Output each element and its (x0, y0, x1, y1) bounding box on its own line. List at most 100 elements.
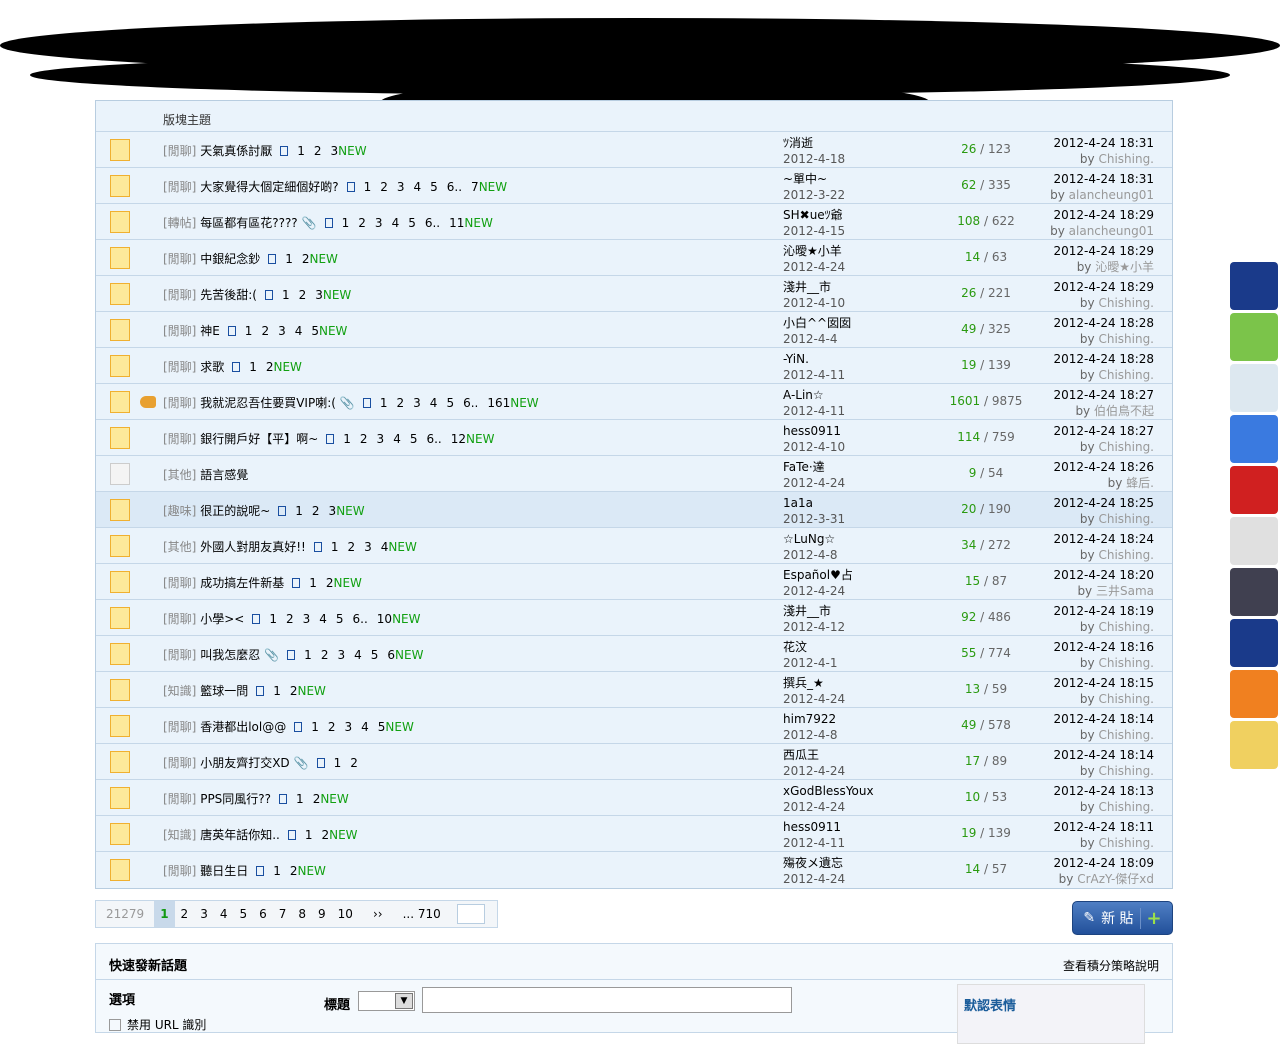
author-name[interactable]: 沁曖★小羊 (783, 243, 845, 259)
thread-category[interactable]: [閒聊] (163, 612, 196, 626)
thread-title-link[interactable]: 籃球一問 (200, 684, 248, 698)
thread-page-link[interactable]: 5 (336, 612, 344, 626)
thread-title-link[interactable]: 香港都出lol@@ (200, 720, 286, 734)
thread-category[interactable]: [閒聊] (163, 792, 196, 806)
thread-title-link[interactable]: 小學>< (200, 612, 244, 626)
thread-category[interactable]: [閒聊] (163, 648, 196, 662)
thread-page-link[interactable]: 1 (249, 360, 257, 374)
thread-page-link[interactable]: 2 (358, 216, 366, 230)
thread-category[interactable]: [閒聊] (163, 180, 196, 194)
thread-title-link[interactable]: 求歌 (200, 360, 224, 374)
last-poster-link[interactable]: 伯伯鳥不起 (1094, 404, 1154, 418)
page-link[interactable]: 7 (273, 901, 293, 927)
new-badge[interactable]: NEW (392, 612, 420, 626)
thread-page-link[interactable]: 4 (295, 324, 303, 338)
new-badge[interactable]: NEW (319, 324, 347, 338)
author-name[interactable]: 殤夜メ遺忘 (783, 855, 845, 871)
thread-page-link[interactable]: 2 (314, 144, 322, 158)
thread-title-link[interactable]: PPS同風行?? (200, 792, 271, 806)
thread-category[interactable]: [閒聊] (163, 144, 196, 158)
thread-page-link[interactable]: 2 (360, 432, 368, 446)
last-post-time[interactable]: 2012-4-24 18:25 (1054, 495, 1155, 511)
game-shortcut-icon[interactable] (1230, 517, 1278, 565)
thread-title-link[interactable]: 語言感覺 (200, 468, 248, 482)
thread-page-link[interactable]: 1 (304, 648, 312, 662)
last-poster-link[interactable]: Chishing. (1098, 656, 1154, 670)
game-shortcut-icon[interactable] (1230, 466, 1278, 514)
thread-page-link[interactable]: 11 (449, 216, 464, 230)
thread-title-link[interactable]: 聽日生日 (200, 864, 248, 878)
thread-page-link[interactable]: 5 (408, 216, 416, 230)
author-name[interactable]: 淺井__市 (783, 279, 845, 295)
thread-title-link[interactable]: 小朋友齊打交XD (200, 756, 289, 770)
thread-page-link[interactable]: 3 (345, 720, 353, 734)
thread-category[interactable]: [閒聊] (163, 756, 196, 770)
thread-page-link[interactable]: 1 (343, 432, 351, 446)
last-poster-link[interactable]: Chishing. (1098, 512, 1154, 526)
last-poster-link[interactable]: Chishing. (1098, 548, 1154, 562)
last-poster-link[interactable]: 三井Sama (1096, 584, 1154, 598)
thread-page-link[interactable]: 2 (266, 360, 274, 374)
last-post-time[interactable]: 2012-4-24 18:27 (1054, 387, 1155, 403)
thread-page-link[interactable]: 12 (451, 432, 466, 446)
author-name[interactable]: 西瓜王 (783, 747, 845, 763)
thread-page-link[interactable]: 2 (321, 648, 329, 662)
thread-page-link[interactable]: 2 (261, 324, 269, 338)
new-badge[interactable]: NEW (464, 216, 492, 230)
last-post-time[interactable]: 2012-4-24 18:15 (1054, 675, 1155, 691)
new-badge[interactable]: NEW (298, 864, 326, 878)
new-badge[interactable]: NEW (310, 252, 338, 266)
thread-page-link[interactable]: 1 (285, 252, 293, 266)
last-poster-link[interactable]: Chishing. (1098, 836, 1154, 850)
new-badge[interactable]: NEW (274, 360, 302, 374)
thread-category[interactable]: [閒聊] (163, 288, 196, 302)
last-post-time[interactable]: 2012-4-24 18:24 (1054, 531, 1155, 547)
thread-page-link[interactable]: 2 (380, 180, 388, 194)
last-poster-link[interactable]: alancheung01 (1069, 224, 1154, 238)
thread-page-link[interactable]: 2 (347, 540, 355, 554)
author-name[interactable]: -YiN. (783, 351, 845, 367)
thread-title-link[interactable]: 成功搞左件新基 (200, 576, 284, 590)
thread-page-link[interactable]: 2 (328, 720, 336, 734)
new-badge[interactable]: NEW (388, 540, 416, 554)
thread-title-link[interactable]: 很正的說呢~ (200, 504, 270, 518)
thread-page-link[interactable]: 2 (299, 288, 307, 302)
last-post-time[interactable]: 2012-4-24 18:16 (1054, 639, 1155, 655)
author-name[interactable]: 花汶 (783, 639, 837, 655)
last-poster-link[interactable]: Chishing. (1098, 728, 1154, 742)
page-link[interactable]: 10 (332, 901, 359, 927)
thread-page-link[interactable]: 1 (380, 396, 388, 410)
thread-page-link[interactable]: 3 (413, 396, 421, 410)
page-current[interactable]: 1 (154, 901, 175, 927)
thread-title-link[interactable]: 天氣真係討厭 (200, 144, 272, 158)
thread-page-link[interactable]: 3 (303, 612, 311, 626)
last-post-time[interactable]: 2012-4-24 18:29 (1054, 279, 1155, 295)
new-badge[interactable]: NEW (320, 792, 348, 806)
thread-page-link[interactable]: 1 (309, 576, 317, 590)
thread-page-link[interactable]: 1 (297, 144, 305, 158)
page-link[interactable]: 4 (214, 901, 234, 927)
last-post-time[interactable]: 2012-4-24 18:28 (1054, 351, 1155, 367)
page-link[interactable]: 5 (233, 901, 253, 927)
last-poster-link[interactable]: Chishing. (1098, 620, 1154, 634)
page-link[interactable]: 6 (253, 901, 273, 927)
thread-page-link[interactable]: 4 (430, 396, 438, 410)
thread-category[interactable]: [閒聊] (163, 432, 196, 446)
new-badge[interactable]: NEW (329, 828, 357, 842)
last-post-time[interactable]: 2012-4-24 18:26 (1054, 459, 1155, 475)
author-name[interactable]: him7922 (783, 711, 837, 727)
author-name[interactable]: hess0911 (783, 819, 845, 835)
author-name[interactable]: 小白^^囡囡 (783, 315, 851, 331)
game-shortcut-icon[interactable] (1230, 568, 1278, 616)
page-link[interactable]: 8 (292, 901, 312, 927)
thread-title-link[interactable]: 銀行開戶好【平】啊~ (200, 432, 318, 446)
thread-page-link[interactable]: 4 (392, 216, 400, 230)
thread-page-link[interactable]: 1 (245, 324, 253, 338)
thread-page-link[interactable]: 2 (321, 828, 329, 842)
thread-category[interactable]: [閒聊] (163, 252, 196, 266)
thread-page-link[interactable]: 1 (305, 828, 313, 842)
thread-page-link[interactable]: 5 (311, 324, 319, 338)
page-next[interactable]: ›› (359, 901, 397, 927)
thread-page-link[interactable]: 6.. (353, 612, 368, 626)
thread-page-link[interactable]: 4 (319, 612, 327, 626)
